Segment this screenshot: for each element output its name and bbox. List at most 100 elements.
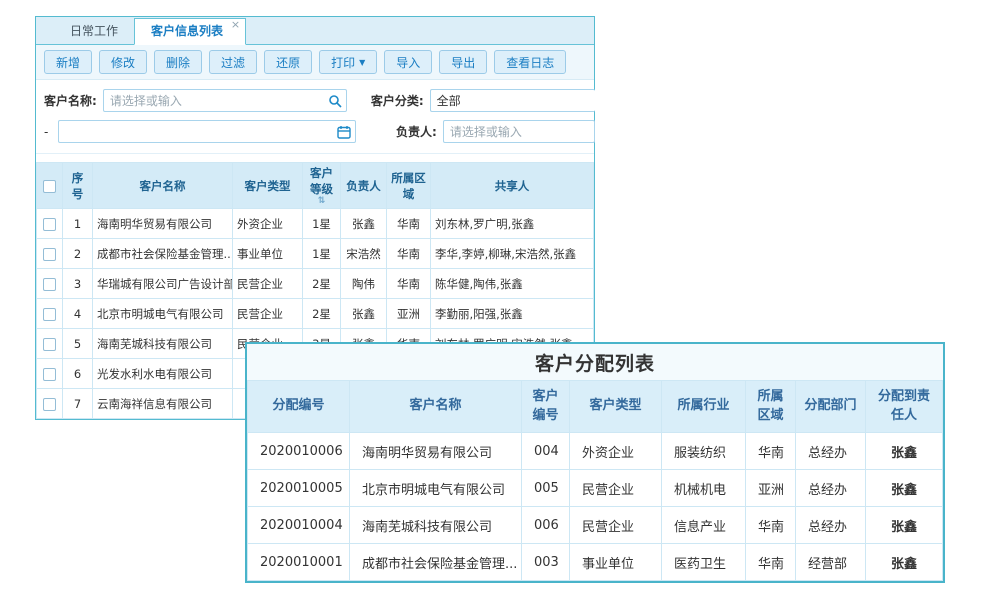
cell-customer-type: 民营企业 — [233, 299, 303, 329]
cell-customer-name[interactable]: 海南明华贸易有限公司 — [93, 209, 233, 239]
cell-shared: 李勤丽,阳强,张鑫 — [431, 299, 594, 329]
import-button[interactable]: 导入 — [384, 50, 432, 74]
cell-industry: 医药卫生 — [662, 544, 746, 581]
cell-cust-no: 005 — [522, 470, 570, 507]
cell-industry: 机械机电 — [662, 470, 746, 507]
cell-alloc-no[interactable]: 2020010001 — [248, 544, 350, 581]
view-log-button[interactable]: 查看日志 — [494, 50, 566, 74]
customer-name-input[interactable] — [103, 89, 347, 112]
search-icon[interactable] — [328, 94, 342, 108]
cell-industry: 服装纺织 — [662, 433, 746, 470]
filter-button[interactable]: 过滤 — [209, 50, 257, 74]
cell-customer-name[interactable]: 海南明华贸易有限公司 — [350, 433, 522, 470]
cell-customer-type: 民营企业 — [570, 507, 662, 544]
column-header-seq[interactable]: 序号 — [63, 163, 93, 209]
cell-seq: 5 — [63, 329, 93, 359]
tab-bar: 日常工作 客户信息列表 × — [36, 17, 594, 45]
column-header-dept: 分配部门 — [796, 381, 866, 433]
date-input[interactable] — [58, 120, 356, 143]
cell-customer-name[interactable]: 北京市明城电气有限公司 — [93, 299, 233, 329]
cell-customer-name[interactable]: 海南芜城科技有限公司 — [350, 507, 522, 544]
calendar-icon[interactable] — [337, 125, 351, 139]
date-range-separator: - — [44, 125, 54, 139]
add-button[interactable]: 新增 — [44, 50, 92, 74]
delete-button[interactable]: 删除 — [154, 50, 202, 74]
cell-owner[interactable]: 张鑫 — [341, 209, 387, 239]
column-header-region[interactable]: 所属区域 — [387, 163, 431, 209]
cell-level: 1星 — [303, 239, 341, 269]
modify-button[interactable]: 修改 — [99, 50, 147, 74]
cell-assignee[interactable]: 张鑫 — [866, 470, 943, 507]
table-row[interactable]: 2020010005 北京市明城电气有限公司 005 民营企业 机械机电 亚洲 … — [248, 470, 943, 507]
caret-down-icon: ▼ — [359, 58, 365, 67]
cell-owner[interactable]: 宋浩然 — [341, 239, 387, 269]
cell-region: 华南 — [387, 239, 431, 269]
cell-assignee[interactable]: 张鑫 — [866, 433, 943, 470]
cell-cust-no: 006 — [522, 507, 570, 544]
row-checkbox[interactable] — [43, 398, 56, 411]
cell-assignee[interactable]: 张鑫 — [866, 544, 943, 581]
table-row[interactable]: 4 北京市明城电气有限公司 民营企业 2星 张鑫 亚洲 李勤丽,阳强,张鑫 — [37, 299, 594, 329]
owner-label: 负责人: — [396, 123, 437, 140]
row-checkbox[interactable] — [43, 308, 56, 321]
filter-area: 客户名称: 客户分类: 全部 - — [36, 80, 594, 154]
row-checkbox[interactable] — [43, 248, 56, 261]
cell-alloc-no[interactable]: 2020010005 — [248, 470, 350, 507]
customer-category-select[interactable]: 全部 — [430, 89, 595, 112]
cell-region: 华南 — [746, 507, 796, 544]
print-button[interactable]: 打印 ▼ — [319, 50, 377, 74]
column-header-owner[interactable]: 负责人 — [341, 163, 387, 209]
column-header-type[interactable]: 客户类型 — [233, 163, 303, 209]
table-row[interactable]: 1 海南明华贸易有限公司 外资企业 1星 张鑫 华南 刘东林,罗广明,张鑫 — [37, 209, 594, 239]
cell-shared: 李华,李婷,柳琳,宋浩然,张鑫 — [431, 239, 594, 269]
column-header-level[interactable]: 客户等级 ⇅ — [303, 163, 341, 209]
cell-seq: 1 — [63, 209, 93, 239]
table-row[interactable]: 3 华瑞城有限公司广告设计部 民营企业 2星 陶伟 华南 陈华健,陶伟,张鑫 — [37, 269, 594, 299]
select-all-checkbox[interactable] — [43, 180, 56, 193]
cell-customer-name[interactable]: 北京市明城电气有限公司 — [350, 470, 522, 507]
cell-customer-name[interactable]: 成都市社会保险基金管理... — [93, 239, 233, 269]
tab-customer-info-list[interactable]: 客户信息列表 × — [134, 18, 246, 45]
row-checkbox[interactable] — [43, 338, 56, 351]
table-header-row: 分配编号 客户名称 客户编号 客户类型 所属行业 所属区域 分配部门 分配到责任… — [248, 381, 943, 433]
column-header-industry: 所属行业 — [662, 381, 746, 433]
tab-daily-work[interactable]: 日常工作 — [54, 19, 134, 44]
toolbar: 新增 修改 删除 过滤 还原 打印 ▼ 导入 导出 查看日志 — [36, 45, 594, 80]
cell-customer-name[interactable]: 海南芜城科技有限公司 — [93, 329, 233, 359]
owner-input[interactable] — [443, 120, 595, 143]
cell-shared: 陈华健,陶伟,张鑫 — [431, 269, 594, 299]
row-checkbox[interactable] — [43, 218, 56, 231]
filter-row-1: 客户名称: 客户分类: 全部 — [44, 87, 586, 114]
cell-owner[interactable]: 陶伟 — [341, 269, 387, 299]
restore-button[interactable]: 还原 — [264, 50, 312, 74]
column-header-shared[interactable]: 共享人 — [431, 163, 594, 209]
cell-region: 华南 — [387, 269, 431, 299]
table-row[interactable]: 2020010006 海南明华贸易有限公司 004 外资企业 服装纺织 华南 总… — [248, 433, 943, 470]
cell-customer-name[interactable]: 华瑞城有限公司广告设计部 — [93, 269, 233, 299]
table-row[interactable]: 2020010004 海南芜城科技有限公司 006 民营企业 信息产业 华南 总… — [248, 507, 943, 544]
table-row[interactable]: 2020010001 成都市社会保险基金管理... 003 事业单位 医药卫生 … — [248, 544, 943, 581]
sort-icon[interactable]: ⇅ — [307, 197, 336, 206]
cell-region: 亚洲 — [387, 299, 431, 329]
cell-assignee[interactable]: 张鑫 — [866, 507, 943, 544]
cell-customer-name[interactable]: 光发水利水电有限公司 — [93, 359, 233, 389]
row-checkbox[interactable] — [43, 368, 56, 381]
cell-customer-name[interactable]: 成都市社会保险基金管理... — [350, 544, 522, 581]
tab-label: 客户信息列表 — [151, 24, 223, 38]
cell-owner[interactable]: 张鑫 — [341, 299, 387, 329]
cell-seq: 7 — [63, 389, 93, 419]
cell-seq: 2 — [63, 239, 93, 269]
cell-customer-name[interactable]: 云南海祥信息有限公司 — [93, 389, 233, 419]
table-row[interactable]: 2 成都市社会保险基金管理... 事业单位 1星 宋浩然 华南 李华,李婷,柳琳… — [37, 239, 594, 269]
row-checkbox[interactable] — [43, 278, 56, 291]
owner-field-wrap — [443, 120, 595, 143]
desktop: 日常工作 客户信息列表 × 新增 修改 删除 过滤 还原 打印 ▼ 导入 导出 … — [0, 0, 1000, 600]
column-header-name[interactable]: 客户名称 — [93, 163, 233, 209]
cell-alloc-no[interactable]: 2020010006 — [248, 433, 350, 470]
cell-alloc-no[interactable]: 2020010004 — [248, 507, 350, 544]
print-button-label: 打印 — [331, 54, 355, 71]
close-icon[interactable]: × — [231, 19, 240, 31]
export-button[interactable]: 导出 — [439, 50, 487, 74]
column-header-region: 所属区域 — [746, 381, 796, 433]
allocation-table: 分配编号 客户名称 客户编号 客户类型 所属行业 所属区域 分配部门 分配到责任… — [247, 380, 943, 581]
